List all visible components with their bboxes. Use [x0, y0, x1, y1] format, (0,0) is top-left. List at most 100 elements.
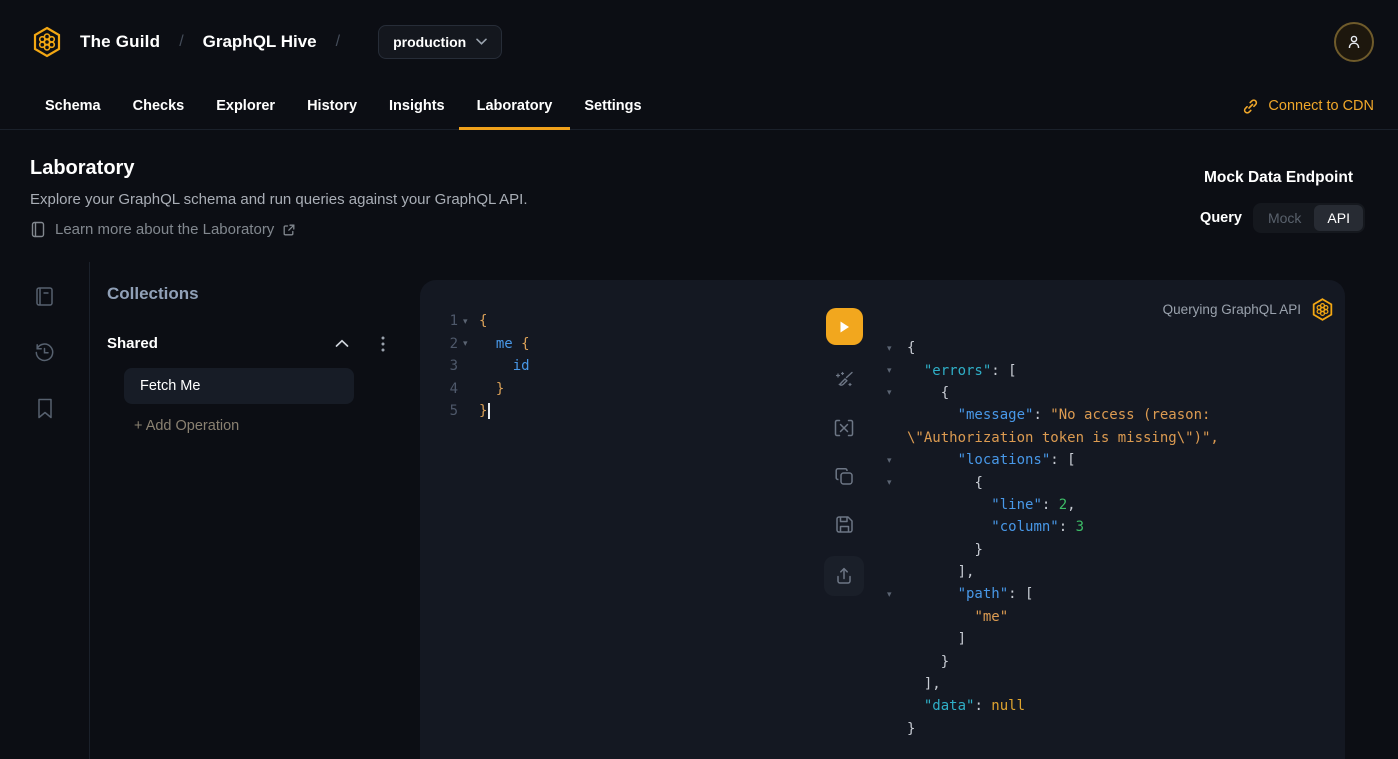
- tab-history[interactable]: History: [307, 83, 357, 129]
- json-text: "data": null: [907, 698, 1025, 714]
- fold-arrow-icon[interactable]: ▾: [884, 343, 907, 354]
- query-line[interactable]: 4 }: [420, 378, 820, 401]
- tab-checks[interactable]: Checks: [133, 83, 185, 129]
- response-line: ],: [884, 561, 1343, 583]
- target-selector[interactable]: production: [378, 25, 502, 59]
- tab-insights[interactable]: Insights: [389, 83, 445, 129]
- json-text: \"Authorization token is missing\")",: [907, 430, 1219, 446]
- fold-arrow-icon[interactable]: ▾: [884, 365, 907, 376]
- code-text: id: [479, 358, 530, 374]
- user-avatar[interactable]: [1334, 22, 1374, 62]
- response-line: }: [884, 539, 1343, 561]
- app-window: The Guild / GraphQL Hive / production Sc…: [0, 0, 1398, 759]
- fold-arrow-icon[interactable]: ▾: [884, 589, 907, 600]
- fold-arrow-icon[interactable]: ▾: [884, 477, 907, 488]
- query-line[interactable]: 2▾ me {: [420, 333, 820, 356]
- tabs-list: Schema Checks Explorer History Insights Labor…: [45, 83, 642, 129]
- tab-schema[interactable]: Schema: [45, 83, 101, 129]
- merge-icon[interactable]: [824, 404, 864, 452]
- response-line: }: [884, 650, 1343, 672]
- code-text: {: [479, 313, 487, 329]
- json-text: "message": "No access (reason:: [907, 407, 1210, 423]
- learn-more-link[interactable]: Learn more about the Laboratory: [30, 213, 295, 238]
- add-operation-button[interactable]: + Add Operation: [134, 418, 420, 434]
- brand-name[interactable]: The Guild: [80, 32, 160, 52]
- line-number: 2: [420, 336, 458, 352]
- endpoint-toggle-label: Query: [1200, 210, 1242, 226]
- top-header: The Guild / GraphQL Hive / production: [0, 0, 1398, 83]
- fold-arrow-icon[interactable]: ▾: [458, 338, 479, 349]
- tab-settings[interactable]: Settings: [584, 83, 641, 129]
- save-icon[interactable]: [824, 500, 864, 548]
- query-line[interactable]: 3 id: [420, 355, 820, 378]
- page-title: Laboratory: [30, 157, 134, 180]
- collection-group-label: Shared: [107, 335, 335, 352]
- toggle-option-mock[interactable]: Mock: [1255, 205, 1314, 231]
- json-text: "path": [: [907, 586, 1033, 602]
- fold-arrow-icon[interactable]: ▾: [458, 316, 479, 327]
- external-link-icon: [283, 224, 295, 236]
- mock-api-toggle: MockAPI: [1253, 203, 1365, 233]
- toggle-option-api[interactable]: API: [1314, 205, 1363, 231]
- prettify-icon[interactable]: [824, 356, 864, 404]
- json-text: ],: [907, 676, 941, 692]
- execute-button[interactable]: [826, 308, 863, 345]
- line-number: 4: [420, 381, 458, 397]
- editor-toolbar: [822, 308, 866, 596]
- graphiql-sidebar: [0, 262, 90, 759]
- collections-title: Collections: [107, 284, 420, 304]
- chevron-up-icon[interactable]: [335, 339, 349, 348]
- hive-logo-icon: [1310, 297, 1335, 322]
- history-icon[interactable]: [33, 341, 56, 364]
- learn-more-label: Learn more about the Laboratory: [55, 221, 274, 238]
- tab-explorer[interactable]: Explorer: [216, 83, 275, 129]
- response-header: Querying GraphQL API: [1163, 297, 1335, 322]
- chevron-down-icon: [476, 38, 487, 45]
- response-panel: Querying GraphQL API ▾{▾ "errors": [▾ { …: [870, 280, 1345, 759]
- play-icon: [836, 319, 852, 335]
- json-text: }: [907, 542, 983, 558]
- bookmark-icon[interactable]: [35, 397, 55, 420]
- json-text: {: [907, 385, 949, 401]
- hive-logo-icon[interactable]: [30, 25, 64, 59]
- json-text: }: [907, 721, 915, 737]
- line-number: 5: [420, 403, 458, 419]
- json-text: "line": 2,: [907, 497, 1076, 513]
- fold-arrow-icon[interactable]: ▾: [884, 455, 907, 466]
- fold-arrow-icon[interactable]: ▾: [884, 387, 907, 398]
- query-line[interactable]: 5}: [420, 400, 820, 423]
- copy-icon[interactable]: [824, 452, 864, 500]
- json-text: {: [907, 340, 915, 356]
- breadcrumb-project[interactable]: GraphQL Hive: [203, 32, 317, 52]
- response-line: ]: [884, 628, 1343, 650]
- connect-to-cdn-label: Connect to CDN: [1268, 98, 1374, 114]
- tab-laboratory[interactable]: Laboratory: [477, 83, 553, 129]
- response-line: ▾ "errors": [: [884, 359, 1343, 381]
- code-text: }: [479, 381, 504, 397]
- share-icon[interactable]: [824, 556, 864, 596]
- breadcrumb-separator: /: [336, 33, 340, 51]
- json-text: }: [907, 654, 949, 670]
- collection-group-shared[interactable]: Shared: [107, 335, 385, 352]
- line-number: 1: [420, 313, 458, 329]
- json-text: "column": 3: [907, 519, 1084, 535]
- response-line: "data": null: [884, 695, 1343, 717]
- response-body[interactable]: ▾{▾ "errors": [▾ { "message": "No access…: [884, 337, 1343, 740]
- operations-list: Fetch Me: [107, 368, 420, 404]
- response-line: }: [884, 718, 1343, 740]
- query-editor[interactable]: 1▾{2▾ me {3 id4 }5}: [420, 310, 820, 423]
- response-line: ▾ {: [884, 382, 1343, 404]
- kebab-menu-icon[interactable]: [381, 336, 385, 352]
- operation-item[interactable]: Fetch Me: [124, 368, 354, 404]
- response-line: "column": 3: [884, 516, 1343, 538]
- person-icon: [1346, 34, 1362, 50]
- book-icon: [30, 221, 46, 238]
- graphiql-editor-panel: 1▾{2▾ me {3 id4 }5}: [420, 280, 1345, 759]
- connect-to-cdn-button[interactable]: Connect to CDN: [1242, 98, 1374, 115]
- link-icon: [1242, 98, 1259, 115]
- query-line[interactable]: 1▾{: [420, 310, 820, 333]
- project-tabs: Schema Checks Explorer History Insights Labor…: [0, 83, 1398, 130]
- docs-icon[interactable]: [33, 285, 56, 308]
- json-text: "me": [907, 609, 1008, 625]
- response-line: ▾ "path": [: [884, 583, 1343, 605]
